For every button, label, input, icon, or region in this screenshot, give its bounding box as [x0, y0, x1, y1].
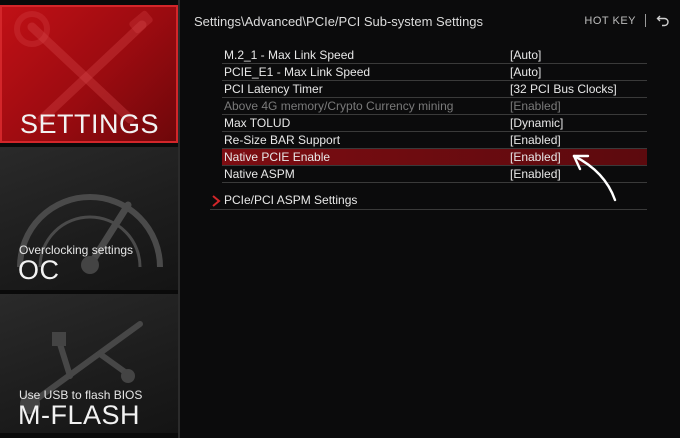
setting-label: Native PCIE Enable	[224, 150, 331, 164]
setting-value[interactable]: [Enabled]	[510, 150, 561, 164]
settings-menu-button[interactable]: SETTINGS	[0, 5, 178, 143]
setting-row-above-4g-memory: Above 4G memory/Crypto Currency mining […	[222, 98, 647, 115]
setting-label: Native ASPM	[224, 167, 295, 181]
setting-row-pcie-e1-link-speed[interactable]: PCIE_E1 - Max Link Speed [Auto]	[222, 64, 647, 81]
submenu-label: PCIe/PCI ASPM Settings	[224, 193, 358, 207]
oc-title: OC	[18, 255, 60, 285]
sidebar-divider	[178, 0, 180, 438]
setting-label: Re-Size BAR Support	[224, 133, 341, 147]
setting-value[interactable]: [Auto]	[510, 48, 541, 62]
chevron-right-icon	[212, 195, 221, 207]
setting-label: M.2_1 - Max Link Speed	[224, 48, 355, 62]
setting-label: Max TOLUD	[224, 116, 291, 130]
setting-label: PCI Latency Timer	[224, 82, 323, 96]
oc-menu-button[interactable]: Overclocking settings OC	[0, 147, 178, 290]
hotkey-separator	[645, 14, 646, 27]
setting-value[interactable]: [Enabled]	[510, 167, 561, 181]
setting-row-m2-link-speed[interactable]: M.2_1 - Max Link Speed [Auto]	[222, 47, 647, 64]
setting-value: [Enabled]	[510, 99, 561, 113]
setting-value[interactable]: [32 PCI Bus Clocks]	[510, 82, 617, 96]
back-icon[interactable]	[656, 13, 670, 27]
mflash-title: M-FLASH	[18, 400, 141, 430]
setting-row-max-tolud[interactable]: Max TOLUD [Dynamic]	[222, 115, 647, 132]
setting-label: Above 4G memory/Crypto Currency mining	[224, 99, 454, 113]
hotkey-button[interactable]: HOT KEY	[584, 15, 636, 27]
mflash-menu-button[interactable]: Use USB to flash BIOS M-FLASH	[0, 294, 178, 433]
breadcrumb: Settings\Advanced\PCIe/PCI Sub-system Se…	[194, 14, 484, 29]
setting-value[interactable]: [Dynamic]	[510, 116, 563, 130]
arrow-pointer-icon	[572, 154, 617, 202]
setting-value[interactable]: [Auto]	[510, 65, 541, 79]
setting-value[interactable]: [Enabled]	[510, 133, 561, 147]
sidebar: SETTINGS Overclocking settings OC Use US…	[0, 0, 180, 438]
settings-title: SETTINGS	[20, 109, 160, 139]
setting-label: PCIE_E1 - Max Link Speed	[224, 65, 371, 79]
setting-row-pci-latency-timer[interactable]: PCI Latency Timer [32 PCI Bus Clocks]	[222, 81, 647, 98]
